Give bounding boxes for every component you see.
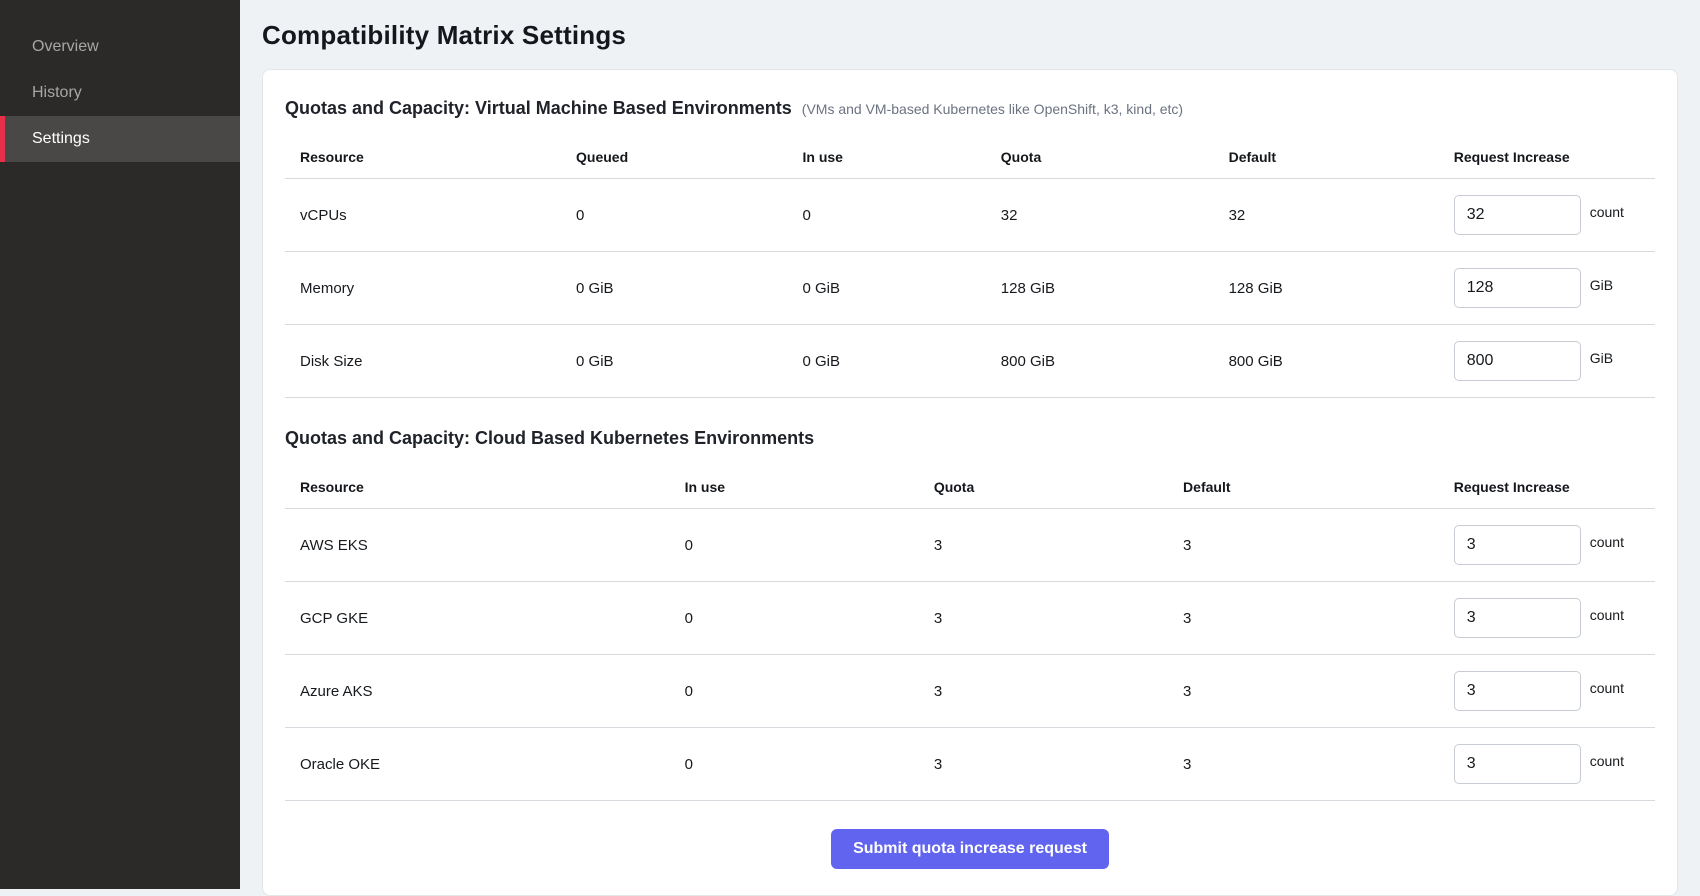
resource-label: AWS EKS bbox=[300, 537, 685, 554]
table-row: GCP GKE 0 3 3 count bbox=[285, 582, 1655, 655]
memory-quota-input[interactable] bbox=[1454, 268, 1581, 308]
default-value: 3 bbox=[1183, 683, 1454, 700]
default-value: 800 GiB bbox=[1229, 353, 1454, 370]
oracle-oke-quota-input[interactable] bbox=[1454, 744, 1581, 784]
resource-label: Oracle OKE bbox=[300, 756, 685, 773]
in-use-value: 0 bbox=[685, 756, 934, 773]
quota-value: 3 bbox=[934, 756, 1183, 773]
unit-label: count bbox=[1590, 204, 1624, 220]
table-row: Oracle OKE 0 3 3 count bbox=[285, 728, 1655, 801]
column-header-in-use: In use bbox=[685, 479, 934, 495]
default-value: 3 bbox=[1183, 610, 1454, 627]
request-increase-cell: GiB bbox=[1454, 268, 1640, 308]
unit-label: count bbox=[1590, 607, 1624, 623]
quota-value: 32 bbox=[1001, 207, 1229, 224]
table-row: AWS EKS 0 3 3 count bbox=[285, 509, 1655, 582]
default-value: 3 bbox=[1183, 756, 1454, 773]
resource-label: Azure AKS bbox=[300, 683, 685, 700]
in-use-value: 0 bbox=[685, 537, 934, 554]
submit-row: Submit quota increase request bbox=[285, 801, 1655, 869]
settings-card: Quotas and Capacity: Virtual Machine Bas… bbox=[262, 69, 1678, 896]
sidebar-item-overview[interactable]: Overview bbox=[0, 24, 240, 70]
request-increase-cell: count bbox=[1454, 744, 1640, 784]
resource-label: Memory bbox=[300, 280, 576, 297]
column-header-request-increase: Request Increase bbox=[1454, 149, 1640, 165]
sidebar-item-history[interactable]: History bbox=[0, 70, 240, 116]
in-use-value: 0 bbox=[685, 683, 934, 700]
cloud-section-header: Quotas and Capacity: Cloud Based Kuberne… bbox=[285, 398, 1655, 465]
in-use-value: 0 GiB bbox=[802, 353, 1000, 370]
quota-value: 3 bbox=[934, 610, 1183, 627]
table-row: Disk Size 0 GiB 0 GiB 800 GiB 800 GiB Gi… bbox=[285, 325, 1655, 398]
submit-quota-increase-button[interactable]: Submit quota increase request bbox=[831, 829, 1109, 869]
resource-label: GCP GKE bbox=[300, 610, 685, 627]
in-use-value: 0 GiB bbox=[802, 280, 1000, 297]
gcp-gke-quota-input[interactable] bbox=[1454, 598, 1581, 638]
column-header-queued: Queued bbox=[576, 149, 802, 165]
unit-label: GiB bbox=[1590, 277, 1613, 293]
aws-eks-quota-input[interactable] bbox=[1454, 525, 1581, 565]
vcpus-quota-input[interactable] bbox=[1454, 195, 1581, 235]
request-increase-cell: count bbox=[1454, 525, 1640, 565]
column-header-default: Default bbox=[1229, 149, 1454, 165]
table-row: Azure AKS 0 3 3 count bbox=[285, 655, 1655, 728]
vm-section-title: Quotas and Capacity: Virtual Machine Bas… bbox=[285, 98, 792, 119]
queued-value: 0 GiB bbox=[576, 280, 802, 297]
quota-value: 128 GiB bbox=[1001, 280, 1229, 297]
sidebar: Overview History Settings bbox=[0, 0, 240, 889]
cloud-table-header: Resource In use Quota Default Request In… bbox=[285, 465, 1655, 509]
vm-table-header: Resource Queued In use Quota Default Req… bbox=[285, 135, 1655, 179]
request-increase-cell: count bbox=[1454, 195, 1640, 235]
in-use-value: 0 bbox=[685, 610, 934, 627]
queued-value: 0 GiB bbox=[576, 353, 802, 370]
cloud-section-title: Quotas and Capacity: Cloud Based Kuberne… bbox=[285, 428, 814, 449]
queued-value: 0 bbox=[576, 207, 802, 224]
column-header-resource: Resource bbox=[300, 479, 685, 495]
default-value: 128 GiB bbox=[1229, 280, 1454, 297]
unit-label: count bbox=[1590, 753, 1624, 769]
disk-size-quota-input[interactable] bbox=[1454, 341, 1581, 381]
resource-label: vCPUs bbox=[300, 207, 576, 224]
azure-aks-quota-input[interactable] bbox=[1454, 671, 1581, 711]
sidebar-item-settings[interactable]: Settings bbox=[0, 116, 240, 162]
in-use-value: 0 bbox=[802, 207, 1000, 224]
table-row: Memory 0 GiB 0 GiB 128 GiB 128 GiB GiB bbox=[285, 252, 1655, 325]
column-header-default: Default bbox=[1183, 479, 1454, 495]
default-value: 3 bbox=[1183, 537, 1454, 554]
column-header-in-use: In use bbox=[802, 149, 1000, 165]
quota-value: 3 bbox=[934, 537, 1183, 554]
quota-value: 3 bbox=[934, 683, 1183, 700]
request-increase-cell: count bbox=[1454, 598, 1640, 638]
vm-section-header: Quotas and Capacity: Virtual Machine Bas… bbox=[285, 90, 1655, 135]
column-header-quota: Quota bbox=[934, 479, 1183, 495]
resource-label: Disk Size bbox=[300, 353, 576, 370]
vm-section-subtitle: (VMs and VM-based Kubernetes like OpenSh… bbox=[802, 101, 1183, 117]
unit-label: count bbox=[1590, 534, 1624, 550]
unit-label: GiB bbox=[1590, 350, 1613, 366]
column-header-request-increase: Request Increase bbox=[1454, 479, 1640, 495]
column-header-quota: Quota bbox=[1001, 149, 1229, 165]
quota-value: 800 GiB bbox=[1001, 353, 1229, 370]
default-value: 32 bbox=[1229, 207, 1454, 224]
request-increase-cell: count bbox=[1454, 671, 1640, 711]
request-increase-cell: GiB bbox=[1454, 341, 1640, 381]
page-title: Compatibility Matrix Settings bbox=[262, 20, 1678, 51]
main-content: Compatibility Matrix Settings Quotas and… bbox=[240, 0, 1700, 889]
column-header-resource: Resource bbox=[300, 149, 576, 165]
table-row: vCPUs 0 0 32 32 count bbox=[285, 179, 1655, 252]
unit-label: count bbox=[1590, 680, 1624, 696]
